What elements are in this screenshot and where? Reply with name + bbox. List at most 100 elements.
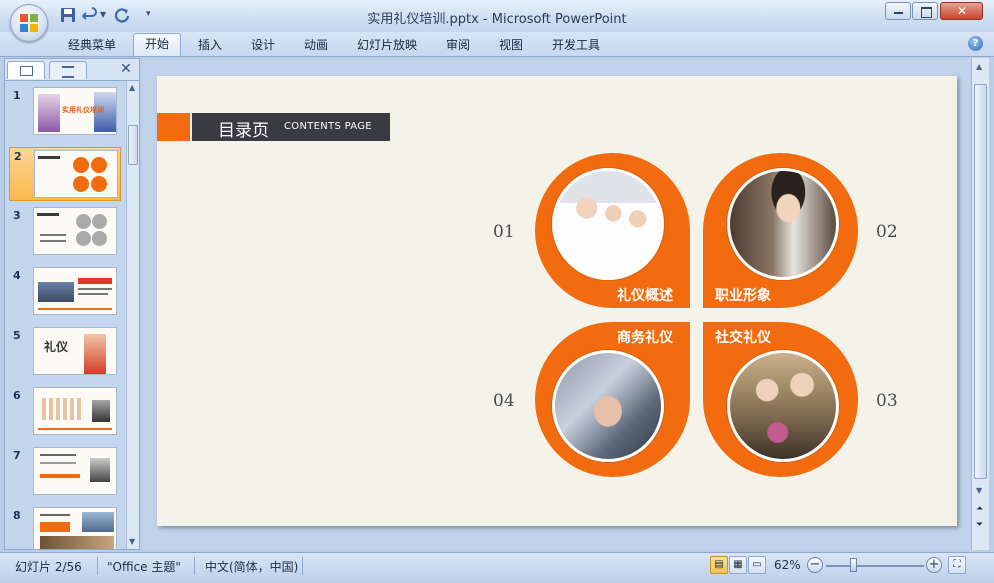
scrollbar-thumb[interactable] bbox=[128, 125, 138, 165]
tab-classic-menu[interactable]: 经典菜单 bbox=[68, 36, 116, 53]
title-box[interactable]: 目录页 CONTENTS PAGE bbox=[192, 113, 390, 141]
section-02-number: 02 bbox=[876, 222, 898, 242]
plus-icon: + bbox=[928, 557, 940, 572]
slide-thumbnail-2[interactable]: 2 bbox=[9, 147, 121, 201]
slide-number: 8 bbox=[13, 509, 21, 522]
slide-number: 4 bbox=[13, 269, 21, 282]
tab-insert[interactable]: 插入 bbox=[198, 36, 222, 53]
previous-slide-icon[interactable]: ⏶ bbox=[976, 504, 983, 514]
thumbnail-image bbox=[33, 447, 117, 495]
section-04-label: 商务礼仪 bbox=[617, 330, 673, 346]
title-bar: 实用礼仪培训.pptx - Microsoft PowerPoint ▼ ▾ ✕ bbox=[0, 0, 994, 32]
slideshow-icon: ▭ bbox=[752, 559, 762, 570]
slide-thumbnail-3[interactable]: 3 bbox=[9, 207, 119, 259]
tab-home-label: 开始 bbox=[144, 37, 169, 51]
section-04-shape[interactable]: 商务礼仪 bbox=[535, 322, 690, 477]
slide-sorter-icon: ▦ bbox=[733, 559, 743, 570]
language-indicator[interactable]: 中文(简体，中国) bbox=[205, 558, 298, 575]
slideshow-view-button[interactable]: ▭ bbox=[748, 556, 766, 574]
customize-toolbar-icon[interactable]: ▾ bbox=[146, 9, 151, 19]
tab-outline[interactable] bbox=[49, 61, 87, 79]
minimize-button[interactable] bbox=[885, 2, 911, 20]
section-04-photo bbox=[552, 350, 664, 462]
scroll-down-icon[interactable]: ▼ bbox=[129, 537, 135, 546]
slide-number: 2 bbox=[14, 150, 22, 163]
slide-canvas[interactable]: 目录页 CONTENTS PAGE 礼仪概述 01 职业形象 02 商务礼仪 0… bbox=[157, 76, 957, 526]
next-slide-icon[interactable]: ⏷ bbox=[976, 520, 983, 530]
zoom-in-button[interactable]: + bbox=[926, 557, 942, 573]
section-01-number: 01 bbox=[493, 222, 515, 242]
thumbnail-image: 实用礼仪培训 bbox=[33, 87, 117, 135]
thumbnail-image: 礼仪 bbox=[33, 327, 117, 375]
tab-developer[interactable]: 开发工具 bbox=[552, 36, 600, 53]
slide-thumbnail-5[interactable]: 5 礼仪 bbox=[9, 327, 119, 379]
tab-design[interactable]: 设计 bbox=[251, 36, 275, 53]
slide-title: 目录页 bbox=[218, 121, 269, 141]
tab-slides[interactable] bbox=[7, 61, 45, 79]
tab-home[interactable]: 开始 bbox=[133, 33, 181, 56]
zoom-level[interactable]: 62% bbox=[774, 558, 801, 572]
tab-slideshow[interactable]: 幻灯片放映 bbox=[357, 36, 417, 53]
outline-icon bbox=[62, 66, 74, 78]
editor-vertical-scrollbar[interactable]: ▲ ▼ ⏶ ⏷ bbox=[971, 58, 989, 550]
thumbnail-image bbox=[33, 387, 117, 435]
slide-thumbnail-4[interactable]: 4 bbox=[9, 267, 119, 319]
zoom-slider[interactable] bbox=[826, 565, 924, 567]
slides-pane: ✕ 1 实用礼仪培训 2 3 4 5 礼仪 6 7 8 ▲ ▼ bbox=[4, 58, 140, 550]
section-02-shape[interactable]: 职业形象 bbox=[703, 153, 858, 308]
normal-view-icon: ▤ bbox=[714, 559, 724, 570]
minus-icon: − bbox=[809, 557, 821, 572]
slide-number: 7 bbox=[13, 449, 21, 462]
section-03-photo bbox=[727, 350, 839, 462]
slide-number: 1 bbox=[13, 89, 21, 102]
title-accent-bar bbox=[157, 113, 190, 141]
scroll-down-icon[interactable]: ▼ bbox=[976, 486, 982, 495]
section-01-photo bbox=[552, 168, 664, 280]
thumbnail-image bbox=[33, 267, 117, 315]
close-icon: ✕ bbox=[957, 4, 968, 18]
close-button[interactable]: ✕ bbox=[940, 2, 983, 20]
status-divider bbox=[194, 557, 195, 575]
scroll-up-icon[interactable]: ▲ bbox=[976, 62, 982, 71]
save-icon[interactable] bbox=[60, 7, 76, 23]
slides-pane-scrollbar[interactable]: ▲ ▼ bbox=[126, 81, 139, 549]
help-icon[interactable]: ? bbox=[968, 36, 983, 51]
redo-icon[interactable] bbox=[114, 7, 130, 23]
scrollbar-thumb[interactable] bbox=[974, 84, 987, 479]
tab-review[interactable]: 审阅 bbox=[446, 36, 470, 53]
slide-number: 3 bbox=[13, 209, 21, 222]
undo-icon[interactable] bbox=[82, 7, 98, 23]
section-01-label: 礼仪概述 bbox=[617, 288, 673, 304]
thumbnail-image bbox=[34, 150, 118, 198]
slide-sorter-view-button[interactable]: ▦ bbox=[729, 556, 747, 574]
fit-to-window-button[interactable]: ⛶ bbox=[948, 556, 966, 574]
slide-number: 5 bbox=[13, 329, 21, 342]
section-03-number: 03 bbox=[876, 391, 898, 411]
section-02-label: 职业形象 bbox=[715, 288, 771, 304]
pane-tabs: ✕ bbox=[5, 59, 139, 81]
section-01-shape[interactable]: 礼仪概述 bbox=[535, 153, 690, 308]
thumb-caption: 实用礼仪培训 bbox=[62, 106, 104, 114]
tab-view[interactable]: 视图 bbox=[499, 36, 523, 53]
pane-close-icon[interactable]: ✕ bbox=[120, 61, 132, 77]
slide-counter: 幻灯片 2/56 bbox=[15, 560, 82, 574]
thumbnail-image bbox=[33, 507, 117, 549]
undo-dropdown-icon[interactable]: ▼ bbox=[100, 10, 106, 19]
tab-animations[interactable]: 动画 bbox=[304, 36, 328, 53]
slide-thumbnail-7[interactable]: 7 bbox=[9, 447, 119, 499]
restore-button[interactable] bbox=[912, 2, 938, 20]
slide-thumbnail-6[interactable]: 6 bbox=[9, 387, 119, 439]
section-03-label: 社交礼仪 bbox=[715, 330, 771, 346]
zoom-slider-thumb[interactable] bbox=[850, 558, 857, 572]
slides-icon bbox=[20, 66, 33, 76]
thumbnail-image bbox=[33, 207, 117, 255]
zoom-out-button[interactable]: − bbox=[807, 557, 823, 573]
office-button[interactable] bbox=[10, 4, 48, 42]
slide-thumbnail-1[interactable]: 1 实用礼仪培训 bbox=[9, 87, 119, 139]
slide-thumbnail-8[interactable]: 8 bbox=[9, 507, 119, 549]
normal-view-button[interactable]: ▤ bbox=[710, 556, 728, 574]
slide-subtitle: CONTENTS PAGE bbox=[284, 121, 372, 132]
status-divider bbox=[97, 557, 98, 575]
scroll-up-icon[interactable]: ▲ bbox=[129, 83, 135, 92]
section-03-shape[interactable]: 社交礼仪 bbox=[703, 322, 858, 477]
